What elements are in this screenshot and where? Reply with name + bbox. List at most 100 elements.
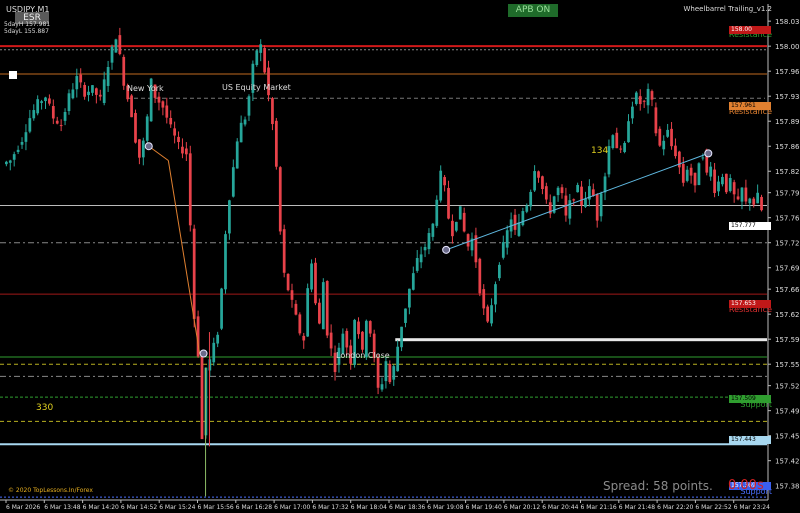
bull-candle-body bbox=[568, 200, 572, 219]
bear-candle-body bbox=[278, 167, 282, 232]
x-tick-label: 6 Mar 23:24 bbox=[734, 504, 770, 511]
bear-candle-body bbox=[724, 173, 728, 193]
bear-candle-body bbox=[580, 186, 583, 206]
bear-candle-body bbox=[184, 148, 188, 155]
five-day-low-label: 5dayL 155.887 bbox=[4, 28, 49, 35]
bear-candle-body bbox=[169, 117, 173, 125]
bull-candle-body bbox=[556, 187, 560, 196]
bull-candle-body bbox=[102, 79, 106, 103]
count-label-134: 134 bbox=[591, 146, 609, 156]
bear-candle-body bbox=[376, 357, 380, 388]
bull-candle-body bbox=[717, 181, 720, 192]
bear-candle-body bbox=[744, 187, 748, 202]
bear-candle-body bbox=[263, 48, 266, 73]
bear-candle-body bbox=[302, 335, 306, 341]
bull-candle-body bbox=[224, 234, 227, 290]
x-tick-label: 6 Mar 13:48 bbox=[44, 504, 80, 511]
bear-candle-body bbox=[98, 94, 102, 97]
x-tick-label: 6 Mar 15:56 bbox=[198, 504, 234, 511]
bull-candle-body bbox=[32, 110, 36, 119]
bull-candle-body bbox=[709, 166, 713, 177]
bull-candle-body bbox=[259, 44, 263, 53]
bull-candle-body bbox=[396, 346, 400, 372]
bear-candle-body bbox=[294, 303, 298, 315]
y-tick-label: 157.590 bbox=[775, 336, 800, 344]
x-tick-label: 6 Mar 17:32 bbox=[312, 504, 348, 511]
bull-candle-body bbox=[40, 101, 43, 103]
x-tick-label: 6 Mar 15:24 bbox=[159, 504, 195, 511]
candle-timer: 0.00s bbox=[728, 478, 764, 493]
y-tick-label: 157.420 bbox=[775, 458, 800, 466]
y-tick-label: 157.760 bbox=[775, 215, 800, 223]
bear-candle-body bbox=[541, 176, 544, 190]
bear-candle-body bbox=[271, 98, 274, 125]
y-tick-label: 157.690 bbox=[775, 265, 800, 273]
bear-candle-body bbox=[693, 172, 697, 186]
copyright-notice: © 2020 TopLessons.In/Forex bbox=[8, 487, 93, 494]
bull-candle-body bbox=[505, 230, 509, 248]
bear-candle-body bbox=[678, 151, 681, 168]
bull-candle-body bbox=[16, 149, 20, 153]
bear-candle-body bbox=[329, 332, 333, 349]
y-tick-label: 158.035 bbox=[775, 18, 800, 26]
bull-candle-body bbox=[435, 199, 439, 226]
bull-candle-body bbox=[423, 247, 427, 251]
bull-candle-body bbox=[8, 160, 12, 163]
x-tick-label: 6 Mar 21:48 bbox=[619, 504, 655, 511]
bull-candle-body bbox=[494, 284, 497, 305]
x-tick-label: 6 Mar 16:28 bbox=[236, 504, 272, 511]
bear-candle-body bbox=[138, 139, 141, 158]
bear-candle-body bbox=[318, 302, 321, 324]
x-tick-label: 6 Mar 14:52 bbox=[121, 504, 157, 511]
london-close-bar bbox=[395, 338, 767, 342]
trend-line bbox=[445, 152, 709, 251]
bull-candle-body bbox=[685, 169, 689, 181]
bull-candle-body bbox=[247, 96, 251, 116]
bear-candle-body bbox=[122, 56, 126, 86]
trade-marker-circle bbox=[442, 245, 451, 254]
bear-candle-body bbox=[192, 228, 196, 319]
bear-candle-body bbox=[290, 290, 294, 300]
bull-candle-body bbox=[408, 288, 411, 308]
price-tag-red-top: 158.00 bbox=[729, 26, 771, 34]
bull-candle-body bbox=[599, 193, 603, 217]
bull-candle-body bbox=[533, 171, 536, 191]
bear-candle-body bbox=[94, 88, 98, 95]
bull-candle-body bbox=[701, 157, 705, 159]
bull-candle-body bbox=[231, 167, 235, 197]
bear-candle-body bbox=[177, 136, 180, 143]
bear-candle-body bbox=[760, 196, 763, 211]
bull-candle-body bbox=[255, 50, 259, 66]
x-tick-label: 6 Mar 20:12 bbox=[504, 504, 540, 511]
bull-candle-body bbox=[454, 221, 458, 231]
bear-candle-body bbox=[286, 273, 290, 291]
x-tick-label: 6 Mar 22:20 bbox=[657, 504, 693, 511]
bull-candle-body bbox=[529, 191, 533, 207]
bull-candle-body bbox=[490, 305, 493, 324]
x-tick-label: 6 Mar 19:40 bbox=[466, 504, 502, 511]
bear-candle-body bbox=[572, 199, 576, 201]
bull-candle-body bbox=[631, 106, 634, 119]
bear-candle-body bbox=[181, 146, 184, 154]
x-tick-label: 6 Mar 2026 bbox=[6, 504, 40, 511]
bear-candle-body bbox=[642, 100, 646, 102]
white-square-marker[interactable] bbox=[9, 71, 17, 79]
trade-marker-circle bbox=[704, 149, 713, 158]
bull-candle-body bbox=[634, 92, 638, 104]
us-equity-session-label: US Equity Market bbox=[222, 83, 291, 92]
bear-candle-body bbox=[486, 306, 490, 322]
bear-candle-body bbox=[368, 321, 372, 334]
bull-candle-body bbox=[415, 258, 419, 271]
y-tick-label: 157.555 bbox=[775, 361, 800, 369]
bear-candle-body bbox=[274, 120, 278, 167]
apb-toggle-button[interactable]: APB ON bbox=[508, 4, 558, 17]
bull-candle-body bbox=[239, 122, 243, 143]
spread-readout: Spread: 58 points. bbox=[603, 479, 713, 493]
bear-candle-body bbox=[674, 145, 677, 157]
five-day-high-label: 5dayH 157.981 bbox=[4, 21, 51, 28]
bull-candle-body bbox=[145, 116, 149, 141]
bull-candle-body bbox=[439, 170, 443, 201]
price-chart[interactable]: 158.035 158.000 157.965 157.930 157.895 157.8… bbox=[0, 0, 800, 513]
bear-candle-body bbox=[55, 120, 59, 124]
bear-candle-body bbox=[157, 96, 161, 103]
